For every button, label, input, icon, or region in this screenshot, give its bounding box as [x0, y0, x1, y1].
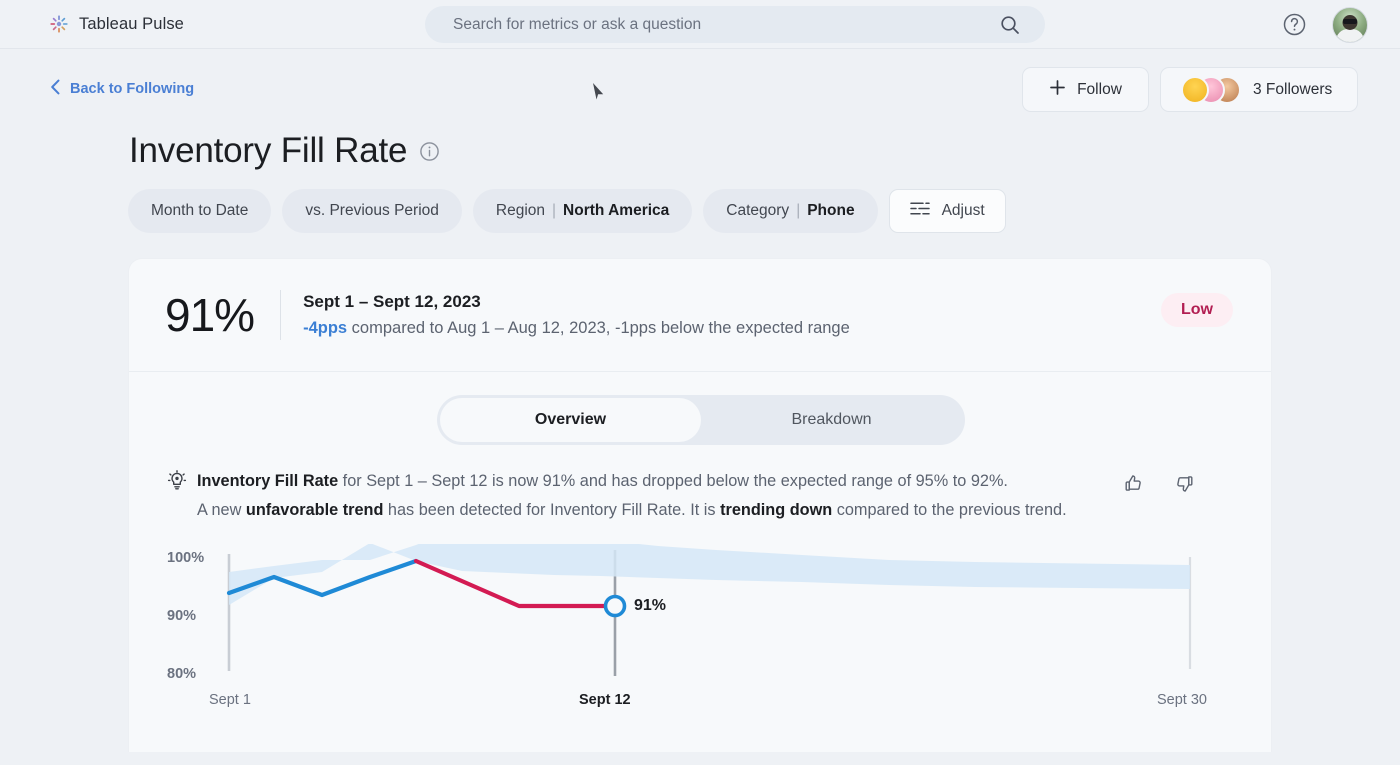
trend-chart: 100% 90% 80% Sept 1 Sept 12 Sept 30 91% [167, 526, 1237, 714]
y-tick-100: 100% [167, 550, 205, 566]
status-badge: Low [1161, 293, 1233, 327]
avatar-body [1336, 29, 1364, 42]
summary-detail: -4pps compared to Aug 1 – Aug 12, 2023, … [303, 319, 850, 338]
top-bar: Tableau Pulse [0, 0, 1400, 49]
filter-pill-vs-previous-period[interactable]: vs. Previous Period [282, 189, 462, 233]
x-tick-sept1: Sept 1 [209, 692, 251, 708]
y-tick-90: 90% [167, 608, 197, 624]
insight-lines: Inventory Fill Rate for Sept 1 – Sept 12… [197, 467, 1237, 525]
summary-text: Sept 1 – Sept 12, 2023 -4pps compared to… [303, 292, 850, 338]
avatar-sunglasses [1343, 19, 1357, 24]
followers-button[interactable]: 3 Followers [1160, 67, 1358, 112]
back-link-label: Back to Following [70, 81, 195, 97]
insight-line-1-rest: for Sept 1 – Sept 12 is now 91% and has … [338, 472, 1008, 490]
filter-pill-category[interactable]: Category | Phone [703, 189, 878, 233]
back-to-following-link[interactable]: Back to Following [50, 79, 194, 99]
insight-line-2: A new unfavorable trend has been detecte… [197, 496, 1237, 525]
user-avatar[interactable] [1332, 7, 1368, 43]
filter-label: vs. Previous Period [305, 202, 439, 219]
summary-delta: -4pps [303, 319, 348, 337]
filter-label: Category [726, 202, 790, 219]
mouse-cursor [592, 82, 605, 106]
current-value-label: 91% [634, 597, 667, 614]
search-icon[interactable] [999, 14, 1021, 41]
filter-label: Region [495, 202, 546, 219]
followers-count-label: 3 Followers [1253, 80, 1333, 98]
insight-line-2-a: A new [197, 501, 246, 519]
plus-icon [1049, 79, 1066, 101]
insight-line-1: Inventory Fill Rate for Sept 1 – Sept 12… [197, 467, 1237, 496]
filter-value: Phone [807, 202, 855, 219]
filter-value: North America [563, 202, 670, 219]
chart-svg [226, 526, 1192, 676]
chevron-left-icon [50, 79, 61, 99]
page-title-text: Inventory Fill Rate [129, 131, 408, 170]
metric-card: 91% Sept 1 – Sept 12, 2023 -4pps compare… [128, 258, 1272, 752]
adjust-label: Adjust [941, 202, 985, 219]
tab-breakdown[interactable]: Breakdown [701, 398, 962, 442]
tab-overview-label: Overview [534, 411, 607, 428]
info-circle-icon[interactable] [419, 131, 440, 171]
filter-pills: Month to Date vs. Previous Period Region… [128, 189, 1006, 233]
insight-unfavorable-trend: unfavorable trend [245, 501, 384, 519]
page-title: Inventory Fill Rate [129, 131, 440, 171]
thumbs-down-icon[interactable] [1174, 473, 1195, 499]
tab-overview[interactable]: Overview [440, 398, 701, 442]
y-tick-80: 80% [167, 666, 197, 682]
search-input[interactable] [453, 15, 973, 34]
adjust-button[interactable]: Adjust [888, 189, 1006, 233]
summary-date-range: Sept 1 – Sept 12, 2023 [303, 292, 481, 311]
tab-breakdown-label: Breakdown [791, 411, 872, 428]
insight-line-2-b: has been detected for Inventory Fill Rat… [383, 501, 721, 519]
x-tick-sept12: Sept 12 [579, 692, 631, 708]
sparkle-logo-icon [48, 13, 70, 35]
insight-line-2-c: compared to the previous trend. [832, 501, 1067, 519]
followers-avatars [1181, 75, 1243, 104]
current-value-marker [603, 594, 627, 618]
insight-feedback [1123, 473, 1195, 499]
summary-divider [280, 290, 282, 340]
thumbs-up-icon[interactable] [1123, 473, 1144, 499]
brand[interactable]: Tableau Pulse [48, 13, 184, 35]
filter-label: Month to Date [151, 202, 249, 219]
follow-button-label: Follow [1077, 80, 1122, 98]
metric-value: 91% [165, 289, 255, 341]
filter-pill-region[interactable]: Region | North America [472, 189, 693, 233]
follow-button[interactable]: Follow [1022, 67, 1149, 112]
insight-metric-name: Inventory Fill Rate [197, 472, 339, 490]
x-tick-sept30: Sept 30 [1157, 692, 1207, 708]
view-tabs: Overview Breakdown [437, 395, 965, 445]
summary-detail-text: compared to Aug 1 – Aug 12, 2023, -1pps … [347, 319, 850, 337]
follower-avatar-1 [1181, 75, 1209, 104]
filter-pill-month-to-date[interactable]: Month to Date [128, 189, 272, 233]
lightbulb-insight-icon [167, 470, 187, 496]
question-circle-icon[interactable] [1282, 12, 1307, 42]
search-bar[interactable] [425, 6, 1045, 43]
metric-summary: 91% Sept 1 – Sept 12, 2023 -4pps compare… [129, 259, 1271, 372]
filter-separator: | [796, 202, 801, 219]
insight-block: Inventory Fill Rate for Sept 1 – Sept 12… [167, 467, 1237, 525]
brand-label: Tableau Pulse [79, 14, 184, 33]
insight-trending-down: trending down [720, 501, 833, 519]
filter-separator: | [552, 202, 557, 219]
sliders-icon [909, 200, 930, 222]
